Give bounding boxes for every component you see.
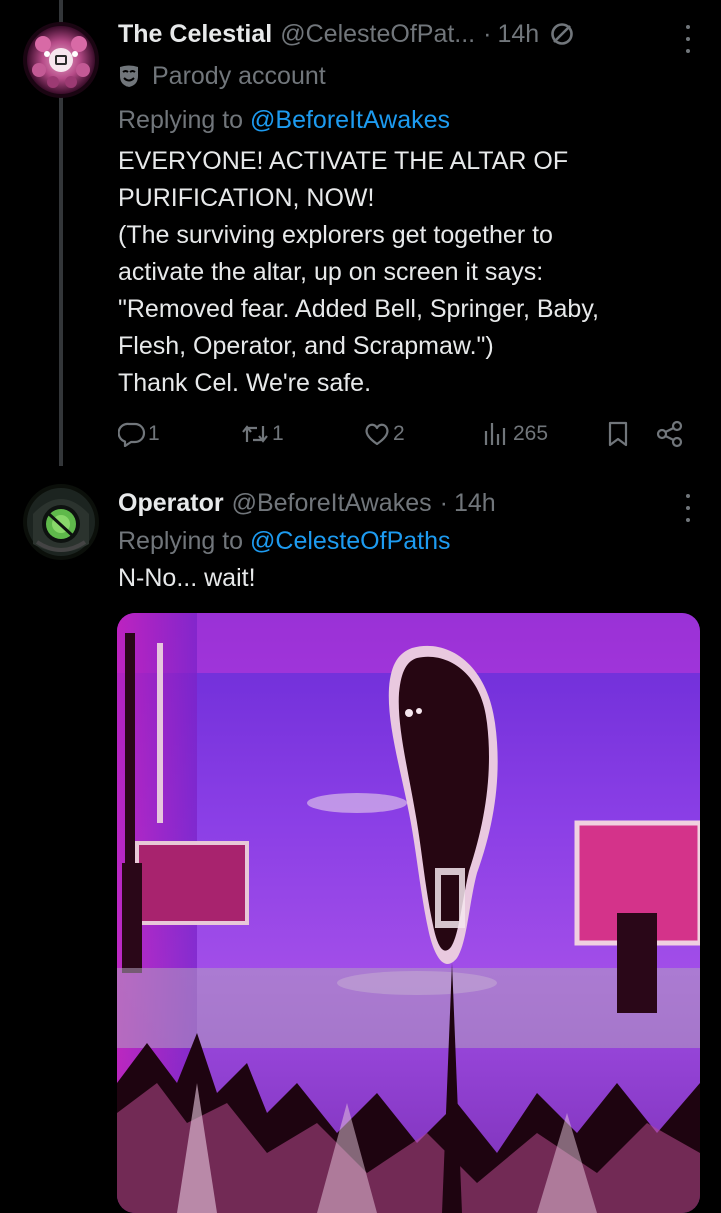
display-name[interactable]: Operator	[118, 488, 224, 518]
views-icon	[483, 421, 507, 447]
replying-prefix: Replying to	[118, 527, 244, 555]
replying-prefix: Replying to	[118, 106, 244, 134]
tweet-media-image[interactable]	[117, 613, 700, 1213]
repost-count: 1	[272, 422, 284, 445]
timestamp[interactable]: 14h	[454, 488, 496, 518]
display-name[interactable]: The Celestial	[118, 19, 272, 49]
tweet-text: N-No... wait!	[118, 564, 256, 592]
separator-dot: ·	[483, 20, 492, 48]
parody-mask-icon	[118, 64, 140, 88]
more-icon[interactable]	[679, 494, 697, 522]
avatar[interactable]	[23, 22, 99, 98]
timestamp[interactable]: 14h	[497, 19, 539, 49]
bookmark-button[interactable]	[607, 416, 629, 452]
replying-to-link[interactable]: @BeforeItAwakes	[250, 106, 450, 134]
views-button[interactable]: 265	[483, 416, 548, 452]
more-icon[interactable]	[679, 25, 697, 53]
views-count: 265	[513, 422, 549, 445]
parody-label: Parody account	[118, 61, 699, 91]
reply-icon	[118, 421, 146, 447]
replying-to: Replying to @CelesteOfPaths	[118, 526, 699, 556]
like-count: 2	[393, 422, 405, 445]
bookmark-icon	[607, 421, 629, 447]
replying-to: Replying to @BeforeItAwakes	[118, 105, 699, 135]
reply-button[interactable]: 1	[118, 416, 160, 452]
tweet-actions: 1 1 2 265	[118, 416, 688, 452]
heart-icon	[363, 421, 391, 447]
repost-button[interactable]: 1	[240, 416, 284, 452]
avatar[interactable]	[23, 484, 99, 560]
reply-count: 1	[148, 422, 160, 445]
parody-text: Parody account	[152, 62, 326, 90]
separator-dot: ·	[439, 489, 448, 517]
tweet-header: Operator @BeforeItAwakes · 14h	[118, 488, 699, 518]
share-icon	[655, 420, 685, 448]
like-button[interactable]: 2	[363, 416, 405, 452]
share-button[interactable]	[655, 416, 685, 452]
tweet-text: EVERYONE! ACTIVATE THE ALTAR OF PURIFICA…	[118, 147, 599, 397]
user-handle[interactable]: @BeforeItAwakes	[232, 488, 432, 518]
replying-to-link[interactable]: @CelesteOfPaths	[250, 527, 450, 555]
tweet-header: The Celestial @CelesteOfPat... · 14h	[118, 19, 699, 49]
user-handle[interactable]: @CelesteOfPat...	[280, 19, 475, 49]
no-sign-icon	[549, 21, 575, 47]
repost-icon	[240, 421, 270, 447]
